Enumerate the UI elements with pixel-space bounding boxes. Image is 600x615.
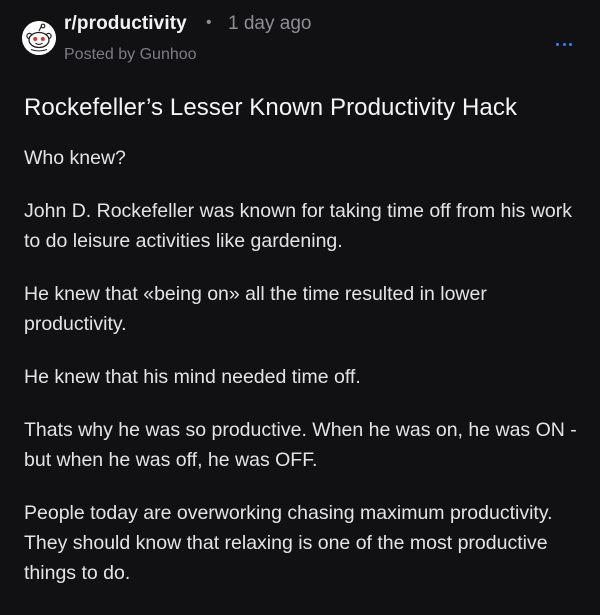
more-options-button[interactable]	[552, 34, 576, 54]
subreddit-link[interactable]: r/productivity	[64, 13, 187, 35]
post-paragraph: John D. Rockefeller was known for taking…	[24, 200, 573, 252]
post-author[interactable]: Posted by Gunhoo	[64, 46, 197, 64]
post-title[interactable]: Rockefeller’s Lesser Known Productivity …	[24, 94, 517, 122]
post-timestamp: 1 day ago	[228, 13, 312, 34]
more-horizontal-icon	[555, 42, 574, 46]
subreddit-avatar[interactable]	[22, 21, 56, 55]
post-body: Who knew? John D. Rockefeller was known …	[24, 143, 580, 611]
meta-separator: •	[206, 14, 212, 31]
reddit-snoo-icon	[22, 21, 56, 55]
post-paragraph: People today are overworking chasing max…	[24, 502, 553, 584]
post-paragraph: Thats why he was so productive. When he …	[24, 419, 577, 471]
post-paragraph: Who knew?	[24, 147, 126, 169]
post-paragraph: He knew that his mind needed time off.	[24, 366, 361, 388]
post-header: r/productivity • 1 day ago Posted by Gun…	[0, 0, 600, 80]
post-paragraph: He knew that «being on» all the time res…	[24, 283, 487, 335]
